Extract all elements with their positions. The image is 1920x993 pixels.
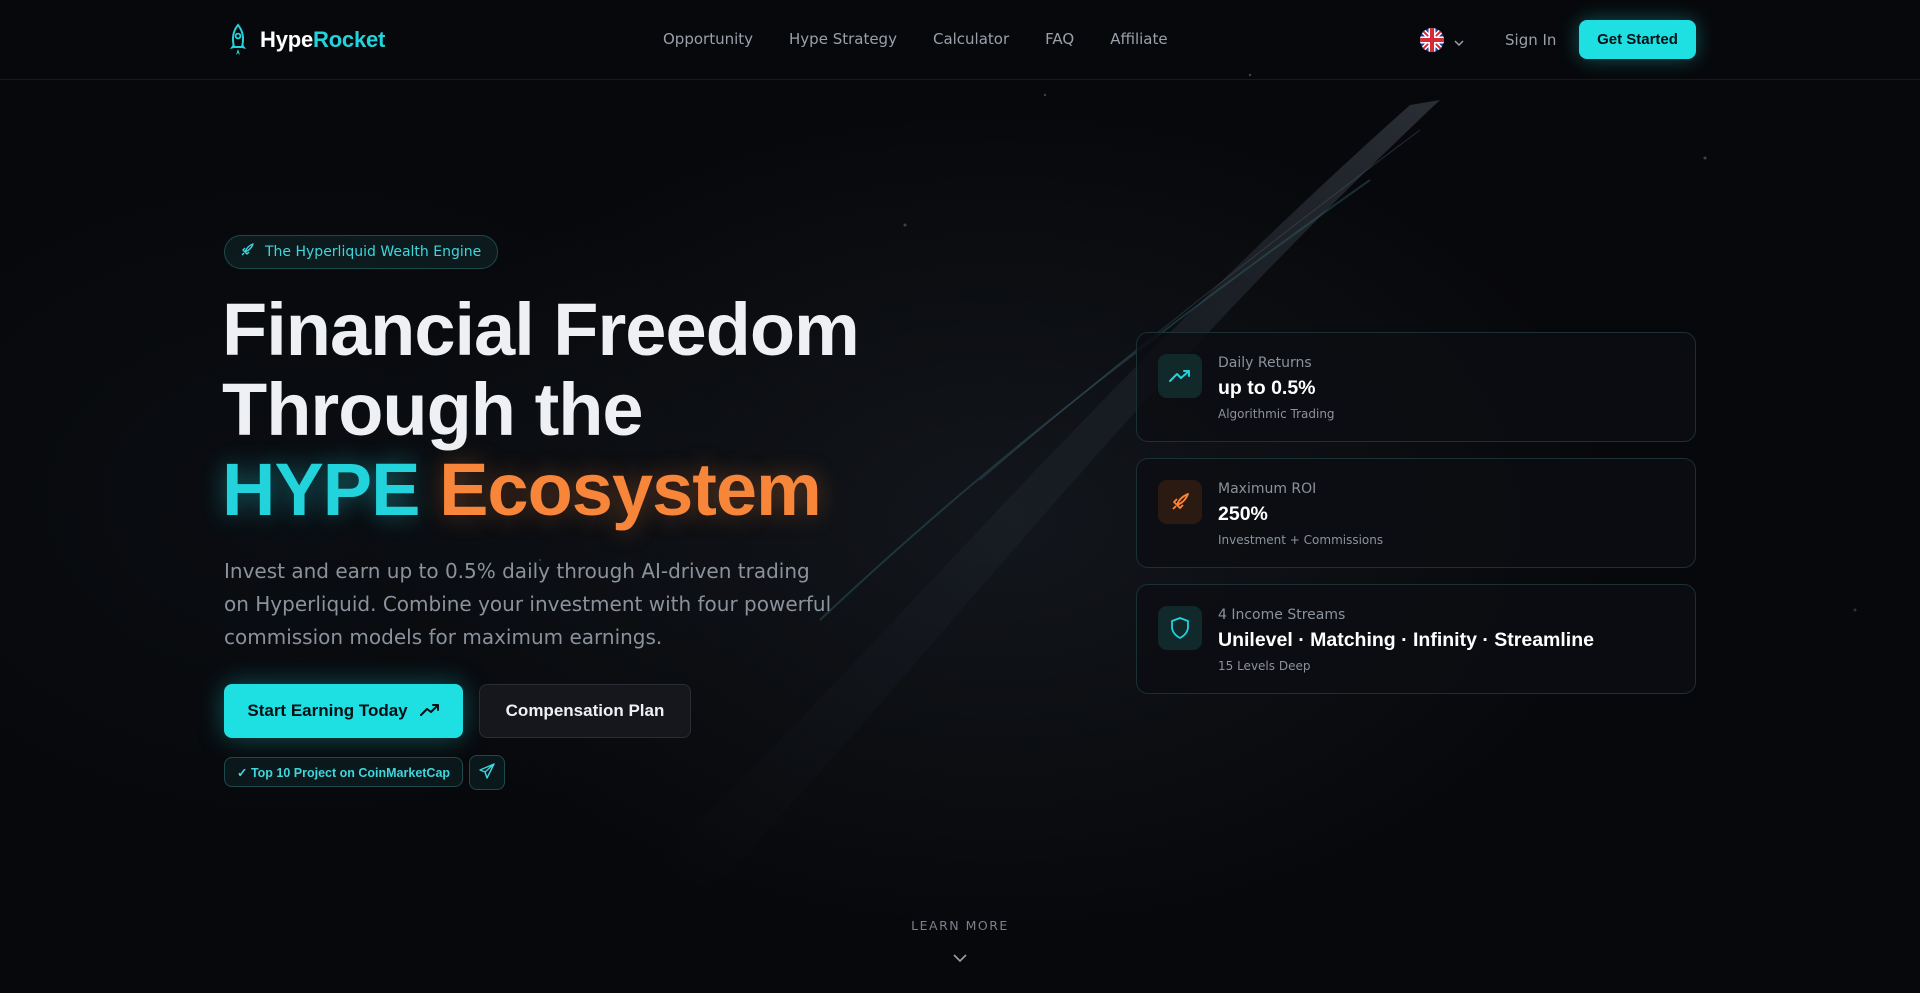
start-earning-label: Start Earning Today <box>247 701 408 720</box>
rocket-icon <box>239 242 255 262</box>
shield-icon <box>1158 606 1202 650</box>
hero-title-highlight-ecosystem: Ecosystem <box>439 448 822 531</box>
coinmarketcap-badge[interactable]: ✓ Top 10 Project on CoinMarketCap <box>224 757 464 787</box>
get-started-button[interactable]: Get Started <box>1579 20 1696 59</box>
site-header: HypeRocket Opportunity Hype Strategy Cal… <box>0 0 1920 80</box>
stat-card-subtext: 15 Levels Deep <box>1218 659 1311 673</box>
nav-item-hype-strategy[interactable]: Hype Strategy <box>789 30 897 48</box>
learn-more-link[interactable]: LEARN MORE <box>0 918 1920 933</box>
nav-item-opportunity[interactable]: Opportunity <box>663 30 753 48</box>
stat-card-label: Maximum ROI <box>1218 481 1317 497</box>
stat-card-maximum-roi: Maximum ROI 250% Investment + Commission… <box>1136 458 1696 568</box>
coinmarketcap-badge-text: ✓ Top 10 Project on CoinMarketCap <box>237 765 451 780</box>
brand-name: HypeRocket <box>260 27 386 52</box>
send-icon <box>479 762 495 783</box>
telegram-button[interactable] <box>469 755 505 790</box>
stat-card-subtext: Investment + Commissions <box>1218 533 1384 547</box>
uk-flag-icon <box>1420 28 1444 52</box>
hero-badge-text: The Hyperliquid Wealth Engine <box>265 244 482 260</box>
compensation-plan-button[interactable]: Compensation Plan <box>479 684 691 738</box>
rocket-logo-icon <box>224 22 252 58</box>
start-earning-button[interactable]: Start Earning Today <box>224 684 463 738</box>
stat-card-label: 4 Income Streams <box>1218 607 1346 623</box>
stat-card-daily-returns: Daily Returns up to 0.5% Algorithmic Tra… <box>1136 332 1696 442</box>
rocket-icon <box>1158 480 1202 524</box>
hero-badge: The Hyperliquid Wealth Engine <box>224 235 499 269</box>
hero-title-line2: Through the <box>222 368 644 451</box>
nav-item-calculator[interactable]: Calculator <box>933 30 1009 48</box>
hero-title-line3: HYPE Ecosystem <box>222 450 859 530</box>
hero-subtitle: Invest and earn up to 0.5% daily through… <box>224 559 832 649</box>
trending-up-icon <box>1158 354 1202 398</box>
stat-card-value: 250% <box>1218 503 1268 525</box>
brand-logo[interactable]: HypeRocket <box>224 22 385 58</box>
nav-item-faq[interactable]: FAQ <box>1045 30 1074 48</box>
nav-item-affiliate[interactable]: Affiliate <box>1110 30 1167 48</box>
stat-card-value: up to 0.5% <box>1218 377 1316 399</box>
hero-title-line1: Financial Freedom <box>222 288 860 371</box>
main-nav: Opportunity Hype Strategy Calculator FAQ… <box>663 30 1168 48</box>
stat-card-subtext: Algorithmic Trading <box>1218 407 1335 421</box>
stat-card-income-streams: 4 Income Streams Unilevel · Matching · I… <box>1136 584 1696 694</box>
chevron-down-icon <box>1454 31 1464 50</box>
trending-up-icon <box>419 703 440 720</box>
sign-in-link[interactable]: Sign In <box>1505 31 1556 49</box>
hero-title: Financial Freedom Through the HYPE Ecosy… <box>222 288 860 530</box>
language-selector[interactable] <box>1420 28 1464 52</box>
stat-card-label: Daily Returns <box>1218 355 1312 371</box>
stat-card-value: Unilevel · Matching · Infinity · Streaml… <box>1218 629 1594 651</box>
chevron-down-icon[interactable] <box>953 948 967 967</box>
hero-title-highlight-hype: HYPE <box>222 448 421 531</box>
